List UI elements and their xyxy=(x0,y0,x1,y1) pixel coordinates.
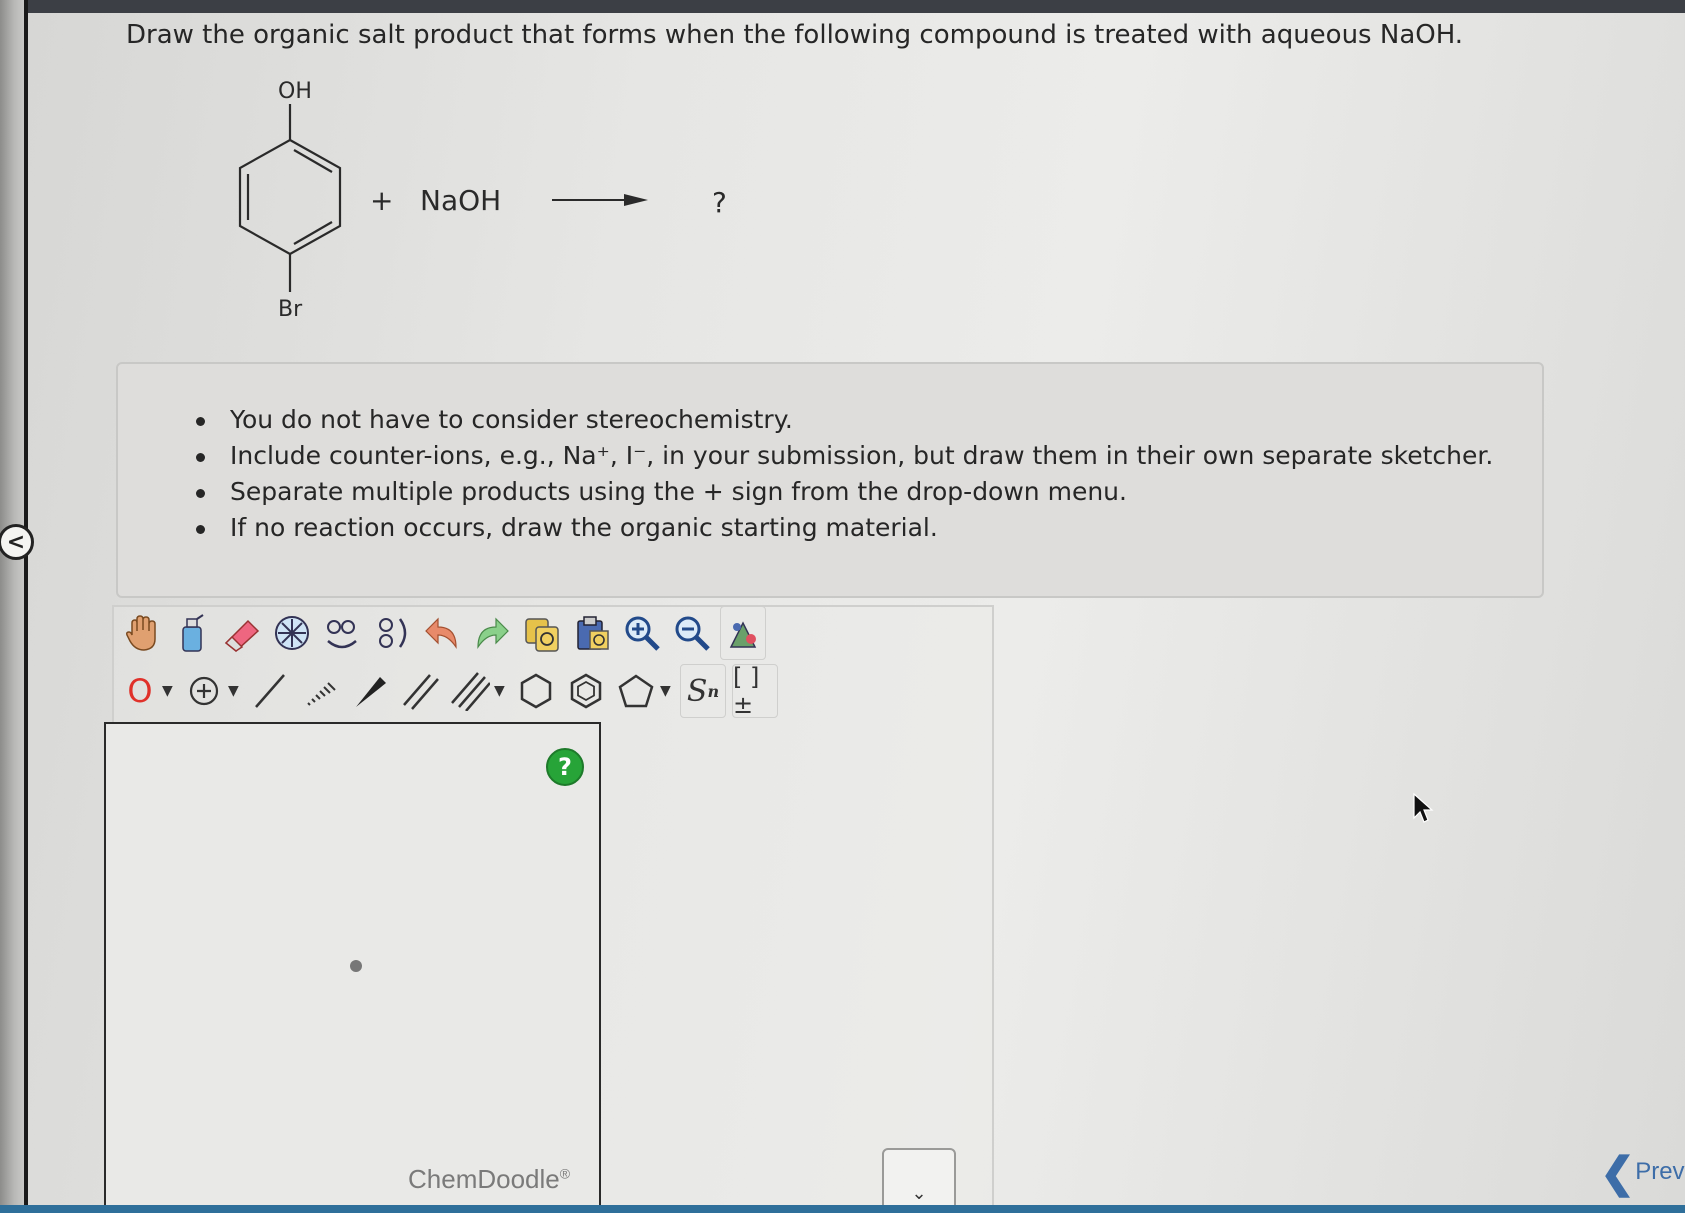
instruction-item: You do not have to consider stereochemis… xyxy=(188,402,1493,438)
clean-icon[interactable] xyxy=(320,607,364,659)
mouse-cursor-icon xyxy=(1412,792,1434,828)
hand-icon[interactable] xyxy=(120,607,164,659)
benzene-ring xyxy=(238,104,342,292)
drawing-canvas[interactable]: ? ChemDoodle® xyxy=(104,722,601,1212)
previous-button[interactable]: ❮Previ xyxy=(1600,1148,1685,1197)
atom-label-selector[interactable]: O xyxy=(120,665,160,717)
reaction-arrow xyxy=(552,194,648,206)
product-select[interactable]: ⌄ xyxy=(882,1148,956,1212)
cyclohexane-icon[interactable] xyxy=(514,665,558,717)
reaction-scheme: OH Br + NaOH ? xyxy=(200,70,760,340)
template-label: S xyxy=(686,673,708,709)
brand-mark: ® xyxy=(559,1165,571,1182)
charge-plus-icon[interactable] xyxy=(182,665,226,717)
product-placeholder: ? xyxy=(712,186,727,219)
center-icon[interactable] xyxy=(270,607,314,659)
oh-label: OH xyxy=(278,79,312,104)
benzene-icon[interactable] xyxy=(564,665,608,717)
left-panel-border xyxy=(24,0,28,1213)
chevron-down-icon[interactable]: ▼ xyxy=(162,683,176,699)
chevron-down-icon[interactable]: ▼ xyxy=(660,683,674,699)
help-button[interactable]: ? xyxy=(546,748,584,786)
top-bar xyxy=(0,0,1685,13)
wedge-bond-icon[interactable] xyxy=(348,665,392,717)
redo-icon[interactable] xyxy=(470,607,514,659)
template-icon[interactable]: Sn xyxy=(680,664,726,718)
chevron-down-icon[interactable]: ▼ xyxy=(228,683,242,699)
bottom-bar xyxy=(0,1205,1685,1213)
zoom-in-icon[interactable] xyxy=(620,607,664,659)
double-bond-icon[interactable] xyxy=(398,665,442,717)
question-text: Draw the organic salt product that forms… xyxy=(126,20,1464,50)
collapse-panel-button[interactable]: < xyxy=(0,524,34,560)
instruction-item: Separate multiple products using the + s… xyxy=(188,474,1493,510)
settings-icon[interactable] xyxy=(720,606,766,660)
chevron-down-icon[interactable]: ▼ xyxy=(494,683,508,699)
chevron-down-icon: ⌄ xyxy=(911,1183,927,1204)
clear-icon[interactable] xyxy=(170,607,214,659)
single-bond-icon[interactable] xyxy=(248,665,292,717)
instructions-list: You do not have to consider stereochemis… xyxy=(188,402,1493,546)
brand-text: ChemDoodle xyxy=(408,1164,560,1194)
instruction-item: Include counter-ions, e.g., Na⁺, I⁻, in … xyxy=(188,438,1493,474)
zoom-out-icon[interactable] xyxy=(670,607,714,659)
triple-bond-icon[interactable] xyxy=(448,665,492,717)
hashed-bond-icon[interactable] xyxy=(298,665,342,717)
cyclopentane-icon[interactable] xyxy=(614,665,658,717)
previous-label: Previ xyxy=(1635,1157,1685,1185)
plus-sign: + xyxy=(370,184,393,217)
paste-icon[interactable] xyxy=(570,607,614,659)
undo-icon[interactable] xyxy=(420,607,464,659)
chemdoodle-brand: ChemDoodle® xyxy=(408,1164,570,1195)
flip-icon[interactable] xyxy=(370,607,414,659)
toolbar-row-2: O ▼ ▼ ▼ ▼ Sn [ ]± xyxy=(120,662,778,720)
bracket-charge-icon[interactable]: [ ]± xyxy=(732,663,778,719)
br-label: Br xyxy=(278,297,303,322)
chevron-left-icon: ❮ xyxy=(1600,1149,1636,1196)
eraser-icon[interactable] xyxy=(220,607,264,659)
reagent-label: NaOH xyxy=(420,184,501,217)
bracket-label: [ ]± xyxy=(733,663,760,719)
copy-icon[interactable] xyxy=(520,607,564,659)
instructions-box: You do not have to consider stereochemis… xyxy=(116,362,1544,598)
canvas-point xyxy=(350,960,362,972)
template-sub: n xyxy=(707,681,720,701)
instruction-item: If no reaction occurs, draw the organic … xyxy=(188,510,1493,546)
toolbar-row-1 xyxy=(120,604,766,662)
